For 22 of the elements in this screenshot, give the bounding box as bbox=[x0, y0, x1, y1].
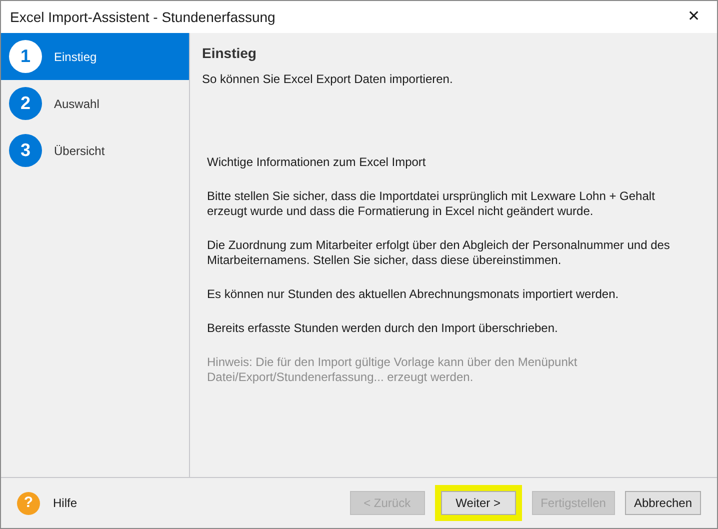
page-subtitle: So können Sie Excel Export Daten importieren. bbox=[202, 71, 454, 88]
wizard-button[interactable]: Weiter > bbox=[440, 491, 516, 515]
step-label: Übersicht bbox=[54, 142, 105, 160]
step-number: 3 bbox=[9, 134, 42, 167]
hint-text: Hinweis: Die für den Import gültige Vorlage kann über den Menüpunkt Datei/Export/Stundenerfassung... erzeugt werden. bbox=[207, 355, 578, 385]
page-title: Einstieg bbox=[202, 44, 258, 63]
window-title: Excel Import-Assistent - Stundenerfassung bbox=[10, 8, 276, 27]
wizard-button[interactable]: Abbrechen bbox=[624, 491, 701, 515]
step-item[interactable]: 3 Übersicht bbox=[1, 127, 189, 174]
step-label: Einstieg bbox=[54, 48, 97, 66]
info-text: Bereits erfasste Stunden werden durch den Import überschrieben. bbox=[207, 321, 559, 336]
step-item[interactable]: 2 Auswahl bbox=[1, 80, 189, 127]
help-link[interactable]: Hilfe bbox=[53, 494, 78, 512]
close-button[interactable]: ✕ bbox=[671, 1, 717, 33]
info-text: Wichtige Informationen zum Excel Import bbox=[207, 155, 427, 170]
step-number: 2 bbox=[9, 87, 42, 120]
step-label: Auswahl bbox=[54, 96, 100, 112]
step-item[interactable]: 1 Einstieg bbox=[1, 33, 189, 80]
step-number: 1 bbox=[9, 40, 42, 73]
info-text: Die Zuordnung zum Mitarbeiter erfolgt über den Abgleich der Personalnummer und des Mitarbeiternamens. Stellen Sie sicher, dass diese übereinstimmen. bbox=[207, 238, 671, 268]
info-text: Bitte stellen Sie sicher, dass die Importdatei ursprünglich mit Lexware Lohn + Gehalt erzeugt wurde und dass die Formatierung in Excel nicht geändert wurde. bbox=[207, 189, 656, 219]
info-text: Es können nur Stunden des aktuellen Abrechnungsmonats importiert werden. bbox=[207, 287, 620, 302]
